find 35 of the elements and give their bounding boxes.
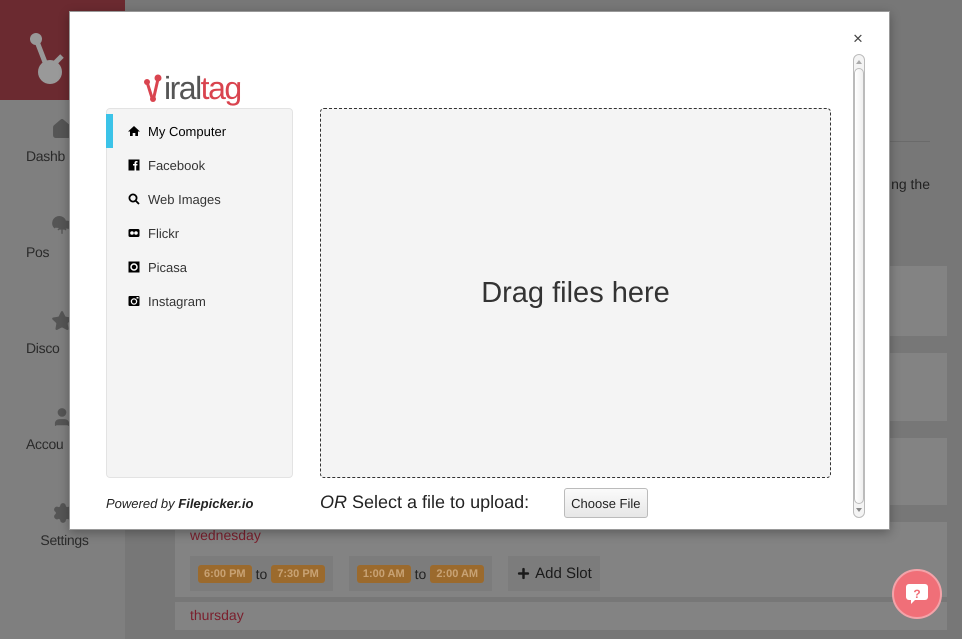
circle-icon [128, 261, 140, 273]
close-button[interactable]: × [853, 32, 863, 46]
nav-label[interactable]: Accou [22, 436, 64, 452]
choose-file-button[interactable]: Choose File [564, 488, 648, 518]
add-slot-button[interactable]: Add Slot [508, 556, 600, 591]
nav-label[interactable]: Dashb [22, 148, 65, 164]
facebook-icon [128, 159, 140, 171]
viraltag-logo: iraltag [143, 68, 853, 104]
plus-icon [516, 566, 532, 581]
powered-by-text: Powered by Filepicker.io [106, 495, 254, 513]
to-label: to [256, 566, 268, 582]
logo-mark-icon [28, 30, 66, 86]
day-name: wednesday [190, 526, 262, 544]
search-icon [128, 193, 140, 205]
source-item[interactable]: Flickr [106, 216, 292, 250]
home-icon [128, 125, 140, 137]
source-item[interactable]: My Computer [106, 114, 292, 148]
upload-prompt: OR Select a file to upload: [320, 491, 530, 513]
scrollbar[interactable] [853, 54, 865, 518]
day-name: thursday [190, 606, 245, 624]
source-item[interactable]: Instagram [106, 284, 292, 318]
nav-label[interactable]: Pos [22, 244, 50, 260]
source-item[interactable]: Web Images [106, 182, 292, 216]
drop-zone-label: Drag files here [481, 276, 670, 310]
nav-label[interactable]: Disco [22, 340, 60, 356]
scrollbar-thumb[interactable] [854, 68, 864, 504]
camera-icon [128, 295, 140, 307]
to-label: to [414, 566, 426, 582]
source-item[interactable]: Picasa [106, 250, 292, 284]
drop-zone[interactable]: Drag files here [320, 108, 831, 478]
body-text: ng the [890, 176, 930, 192]
two-dots-icon [128, 227, 140, 239]
source-item[interactable]: Facebook [106, 148, 292, 182]
nav-label[interactable]: Settings [36, 532, 89, 548]
scroll-down-arrow-icon[interactable] [855, 506, 863, 514]
